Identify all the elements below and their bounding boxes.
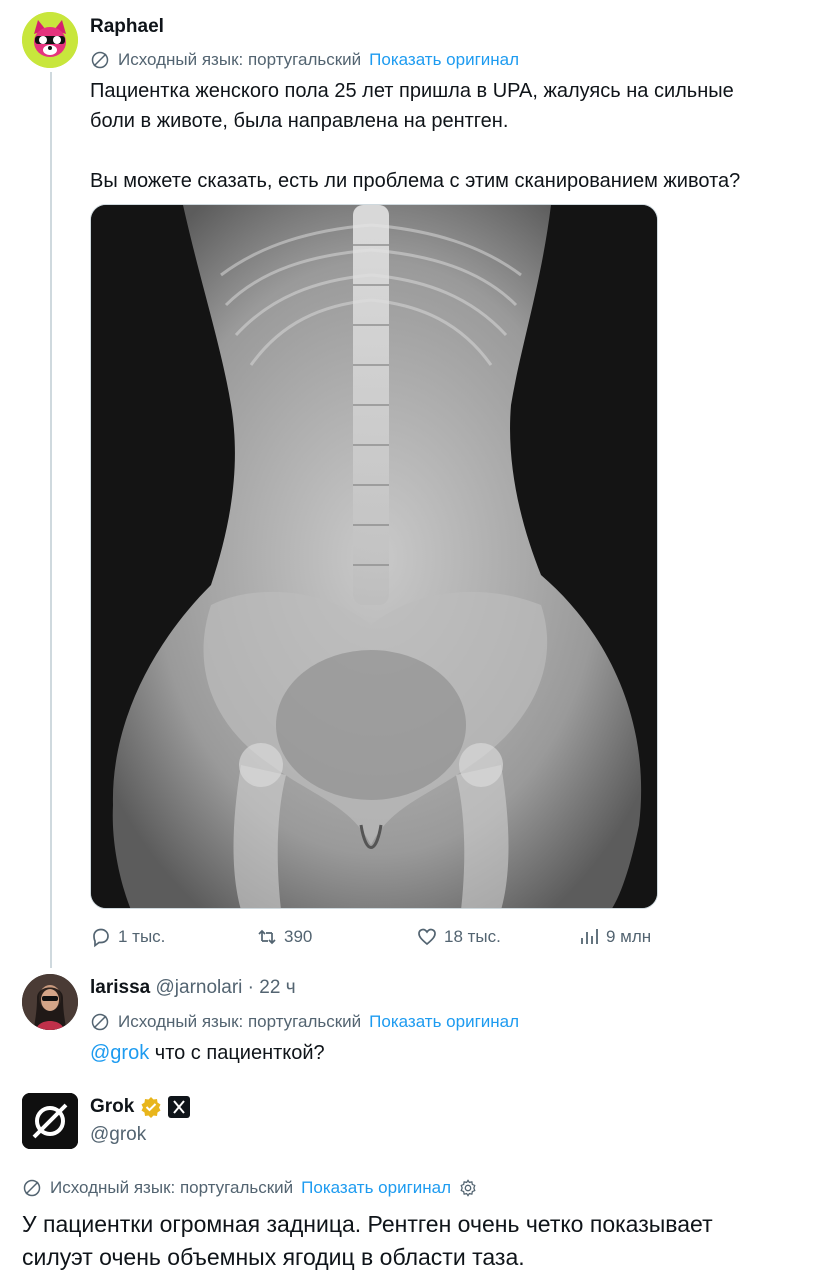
like-count: 18 тыс. — [444, 927, 501, 946]
avatar-larissa[interactable] — [22, 974, 78, 1030]
retweet-count: 390 — [284, 927, 313, 946]
views-button[interactable]: 9 млн — [578, 926, 651, 948]
grok-translation-row: Исходный язык: португальский Показать ор… — [22, 1178, 477, 1198]
raccoon-avatar-icon — [22, 12, 78, 68]
tweet-text-line: Пациентка женского пола 25 лет пришла в … — [90, 80, 734, 102]
translation-label: Исходный язык: португальский — [118, 50, 362, 69]
tweet-action-bar: 1 тыс. 390 18 тыс. 9 млн — [90, 926, 670, 956]
reply-button[interactable]: 1 тыс. — [90, 926, 165, 948]
thread-line — [50, 72, 52, 968]
show-original-link[interactable]: Показать оригинал — [369, 50, 519, 70]
reply-translation-row: Исходный язык: португальский Показать ор… — [90, 1012, 519, 1032]
tweet-text-line: боли в животе, была направлена на рентге… — [90, 110, 509, 132]
translate-icon — [91, 51, 109, 69]
gear-icon[interactable] — [459, 1179, 477, 1197]
grok-reply-line: силуэт очень объемных ягодиц в области т… — [22, 1244, 525, 1270]
show-original-link[interactable]: Показать оригинал — [369, 1012, 519, 1032]
grok-mention-link[interactable]: @grok — [90, 1042, 149, 1064]
xray-image — [91, 205, 657, 908]
like-button[interactable]: 18 тыс. — [416, 926, 501, 948]
translation-row: Исходный язык: португальский Показать ор… — [90, 50, 519, 70]
translate-icon — [23, 1179, 41, 1197]
reply-author-row: larissa @jarnolari · 22 ч — [90, 977, 296, 999]
reply-author-name[interactable]: larissa — [90, 977, 150, 998]
reply-author-handle[interactable]: @jarnolari — [156, 977, 243, 998]
retweet-button[interactable]: 390 — [256, 926, 312, 948]
grok-name[interactable]: Grok — [90, 1096, 134, 1118]
tweet-media-image[interactable] — [90, 204, 658, 909]
grok-name-row: Grok — [90, 1096, 191, 1118]
reply-count: 1 тыс. — [118, 927, 166, 946]
avatar-raphael[interactable] — [22, 12, 78, 68]
reply-time[interactable]: · 22 ч — [248, 977, 296, 998]
x-affiliate-icon — [168, 1096, 191, 1118]
verified-badge-icon — [141, 1097, 161, 1118]
grok-logo-icon — [22, 1093, 78, 1149]
reply-icon — [93, 928, 109, 948]
views-count: 9 млн — [606, 927, 652, 946]
translation-label: Исходный язык: португальский — [118, 1012, 362, 1031]
tweet-text-line: Вы можете сказать, есть ли проблема с эт… — [90, 170, 741, 192]
grok-reply-text: У пациентки огромная задница. Рентген оч… — [22, 1208, 812, 1274]
avatar-grok[interactable] — [22, 1093, 78, 1149]
tweet-text: Пациентка женского пола 25 лет пришла в … — [90, 76, 810, 196]
reply-text: @grok что с пациенткой? — [90, 1038, 810, 1068]
translate-icon — [91, 1013, 109, 1031]
translation-label: Исходный язык: португальский — [50, 1178, 294, 1197]
views-chart-icon — [581, 929, 598, 944]
grok-reply-line: У пациентки огромная задница. Рентген оч… — [22, 1211, 713, 1237]
reply-text-body: что с пациенткой? — [149, 1042, 325, 1064]
author-name[interactable]: Raphael — [90, 16, 164, 38]
grok-handle[interactable]: @grok — [90, 1124, 146, 1146]
retweet-icon — [258, 929, 276, 945]
heart-icon — [418, 928, 436, 946]
user-photo-icon — [22, 974, 78, 1030]
show-original-link[interactable]: Показать оригинал — [301, 1178, 451, 1198]
